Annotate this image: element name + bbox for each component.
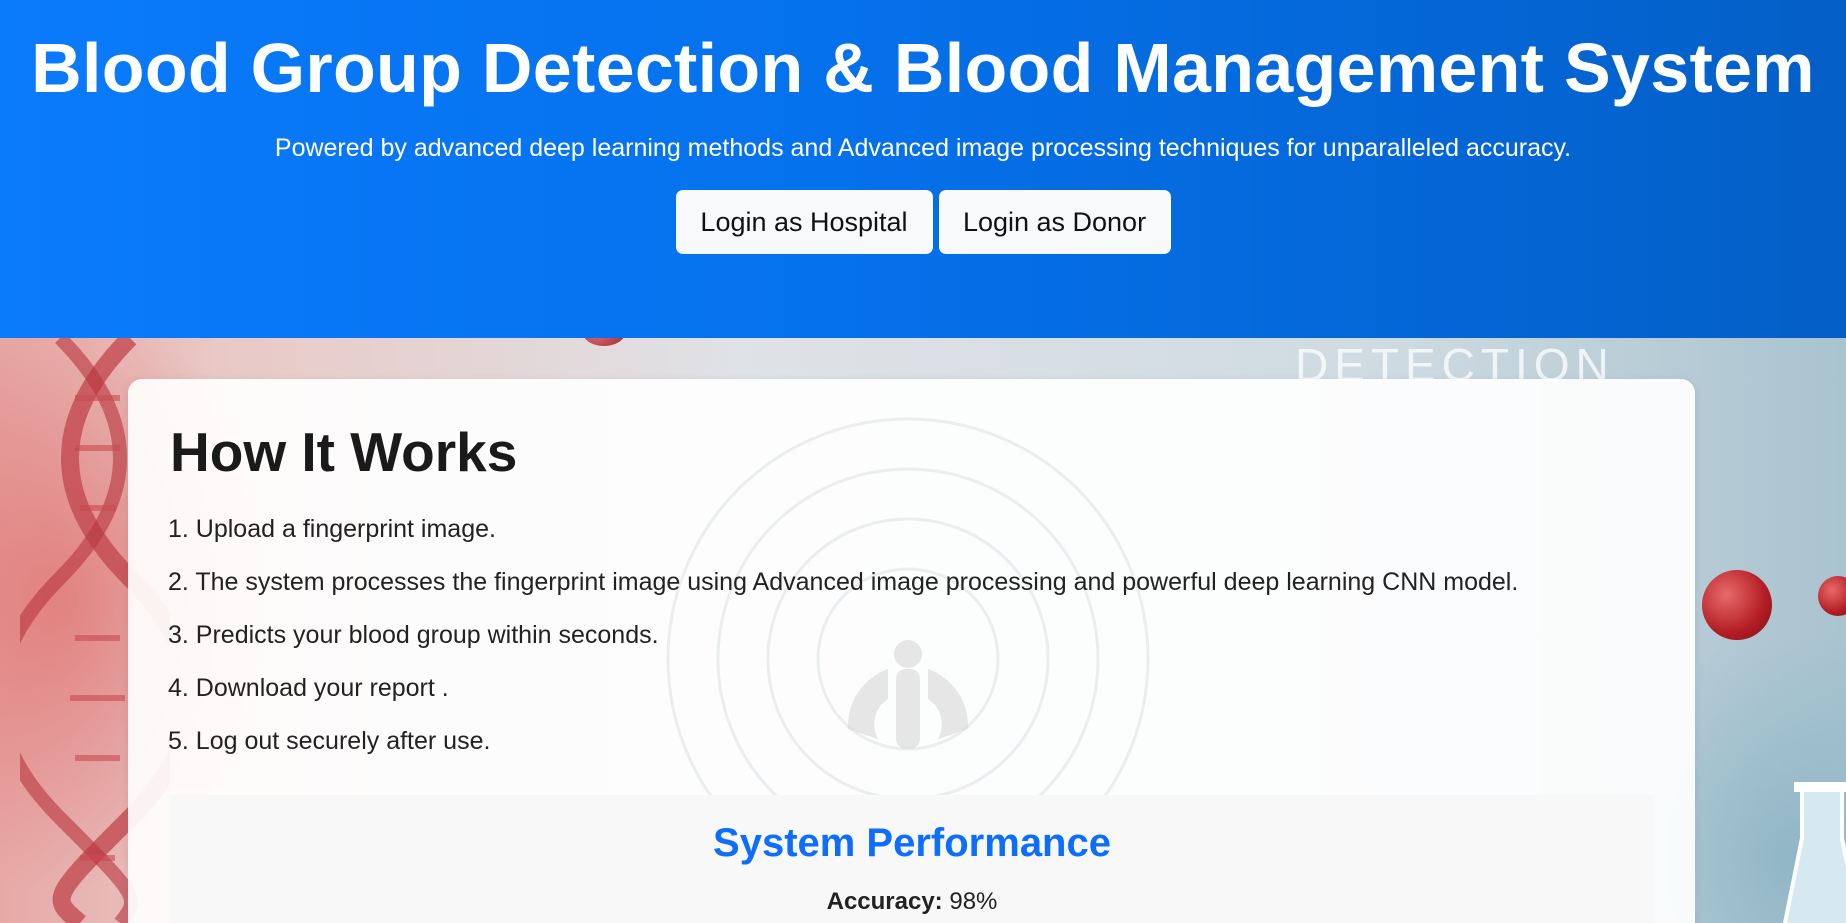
how-it-works-title: How It Works (170, 421, 518, 483)
blood-cell-illustration (1818, 576, 1846, 616)
hero-header: Blood Group Detection & Blood Management… (0, 0, 1846, 338)
accuracy-label: Accuracy: (826, 888, 943, 915)
login-buttons: Login as Hospital Login as Donor (0, 190, 1846, 254)
login-hospital-button[interactable]: Login as Hospital (675, 190, 933, 254)
how-it-works-card: How It Works 1. Upload a fingerprint ima… (128, 379, 1695, 923)
accuracy-line: Accuracy: 98% (170, 887, 1654, 917)
accuracy-value: 98% (949, 888, 998, 915)
list-item: 1. Upload a fingerprint image. (168, 515, 496, 543)
login-donor-button[interactable]: Login as Donor (938, 190, 1171, 254)
list-item: 3. Predicts your blood group within seco… (168, 621, 659, 649)
list-item: 5. Log out securely after use. (168, 727, 491, 755)
steps-list: 1. Upload a fingerprint image. 2. The sy… (168, 513, 1518, 778)
blood-cell-illustration (582, 338, 626, 346)
page-title: Blood Group Detection & Blood Management… (31, 29, 1815, 107)
list-item: 4. Download your report . (168, 674, 449, 702)
blood-cell-illustration (1702, 570, 1772, 640)
list-item: 2. The system processes the fingerprint … (168, 568, 1519, 596)
flask-illustration (1782, 782, 1846, 923)
system-performance-title: System Performance (713, 821, 1111, 865)
system-performance-panel: System Performance Accuracy: 98% (170, 795, 1654, 923)
page-subtitle: Powered by advanced deep learning method… (274, 134, 1572, 162)
